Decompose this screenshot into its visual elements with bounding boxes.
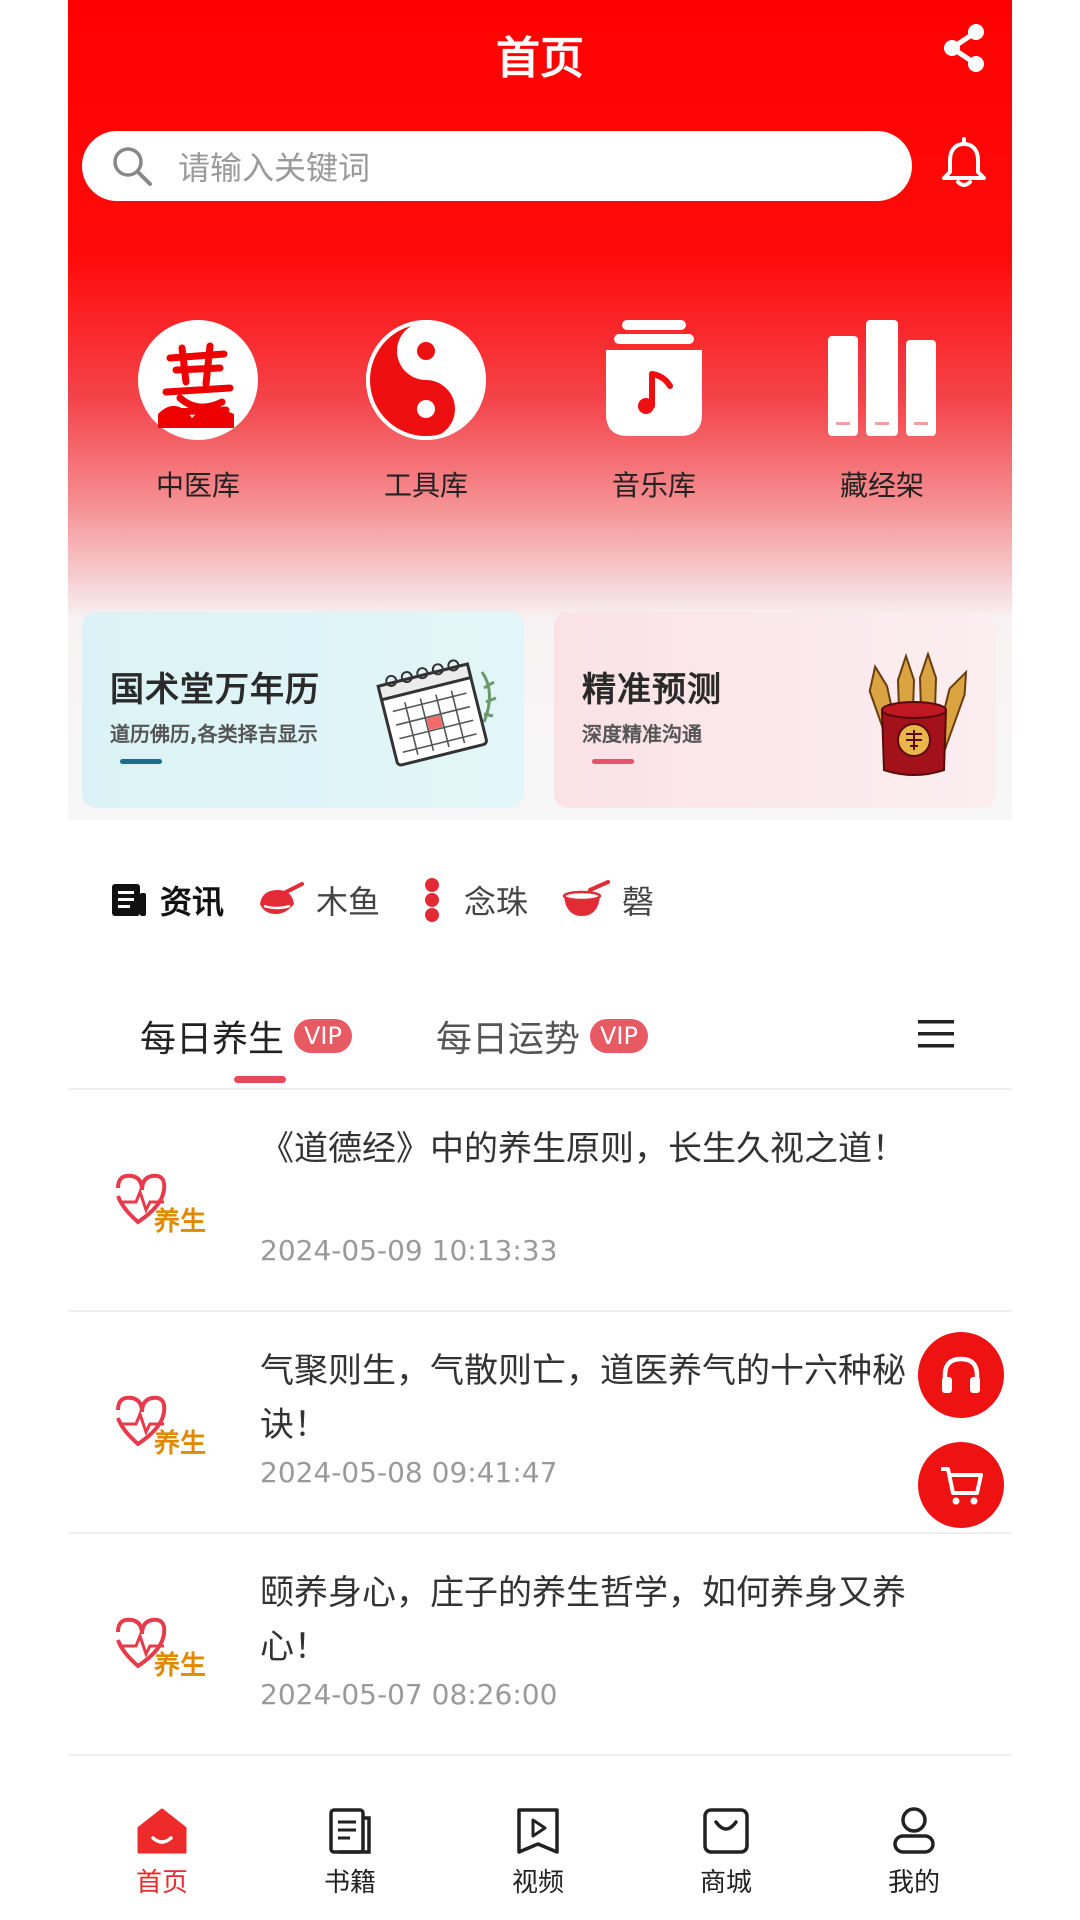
sub-nav-label: 木鱼 [316, 883, 381, 921]
bookshelf-icon [828, 320, 936, 436]
menu-icon[interactable] [916, 1016, 956, 1052]
video-icon [517, 1808, 559, 1854]
yi-calligraphy-icon [138, 320, 258, 440]
prayer-beads-icon [425, 878, 440, 922]
hero-header: 首页 请输入关键词 中医库 工具库 音乐库 藏经架 国术堂万年历 道历佛历,各类… [68, 0, 1012, 820]
shopping-bag-icon [703, 1808, 749, 1854]
nav-home[interactable]: 首页 [102, 1806, 222, 1899]
banner-title: 国术堂万年历 [110, 670, 320, 710]
content-tabs: 每日养生 VIP 每日运势 VIP [68, 1000, 1012, 1090]
nav-label: 首页 [135, 1868, 188, 1898]
nav-label: 我的 [887, 1868, 940, 1898]
calendar-icon [376, 659, 497, 767]
banner-subtitle: 深度精准沟通 [582, 722, 702, 746]
banner-subtitle: 道历佛历,各类择吉显示 [110, 722, 318, 746]
tab-daily-health[interactable]: 每日养生 VIP [140, 1010, 352, 1062]
user-icon [893, 1807, 935, 1854]
app-screen: 首页 请输入关键词 中医库 工具库 音乐库 藏经架 国术堂万年历 道历佛历,各类… [68, 0, 1012, 1920]
search-icon [113, 147, 152, 186]
cart-float-button[interactable] [918, 1442, 1004, 1528]
nav-profile[interactable]: 我的 [854, 1806, 974, 1899]
left-margin [0, 0, 68, 1920]
sub-nav-label: 资讯 [160, 883, 225, 921]
banner-accent-bar [120, 759, 162, 764]
quick-link-music-library[interactable]: 音乐库 [554, 318, 754, 504]
sub-nav-news[interactable]: 资讯 [110, 877, 224, 923]
active-tab-indicator [234, 1076, 286, 1083]
news-date: 2024-05-09 10:13:33 [260, 1234, 558, 1267]
sub-nav-chime-bowl[interactable]: 磬 [560, 877, 654, 923]
search-placeholder: 请输入关键词 [178, 149, 371, 187]
quick-links-grid: 中医库 工具库 音乐库 藏经架 [68, 318, 1012, 508]
tab-daily-fortune[interactable]: 每日运势 VIP [436, 1010, 648, 1062]
banner-accent-bar [592, 759, 634, 764]
page-title: 首页 [496, 33, 584, 84]
fortune-sticks-icon [868, 652, 968, 776]
quick-link-label: 藏经架 [839, 469, 924, 502]
quick-link-label: 音乐库 [611, 469, 696, 502]
news-item[interactable]: 养生 颐养身心，庄子的养生哲学，如何养身又养心！ 2024-05-07 08:2… [68, 1534, 1012, 1756]
audio-float-button[interactable] [918, 1332, 1004, 1418]
sub-nav: 资讯 木鱼 念珠 磬 [110, 870, 686, 930]
health-logo-icon: 养生 [116, 1173, 206, 1237]
book-icon [329, 1808, 371, 1854]
news-list: 养生 《道德经》中的养生原则，长生久视之道！ 2024-05-09 10:13:… [68, 1090, 1012, 1756]
quick-link-tools-library[interactable]: 工具库 [326, 318, 526, 504]
news-icon [112, 884, 146, 916]
news-title: 《道德经》中的养生原则，长生久视之道！ [260, 1129, 906, 1169]
vip-badge: VIP [590, 1019, 648, 1053]
music-jar-icon [606, 320, 702, 436]
nav-label: 商城 [699, 1868, 752, 1898]
home-icon [137, 1808, 187, 1854]
logo-text: 养生 [153, 1206, 206, 1237]
calendar-banner[interactable]: 国术堂万年历 道历佛历,各类择吉显示 [82, 612, 524, 808]
sub-nav-label: 念珠 [464, 883, 529, 921]
share-icon[interactable] [936, 20, 992, 76]
news-title: 气聚则生，气散则亡，道医养气的十六种秘诀！ [260, 1351, 906, 1445]
sub-nav-wooden-fish[interactable]: 木鱼 [256, 877, 380, 923]
news-date: 2024-05-08 09:41:47 [260, 1456, 558, 1489]
right-margin [1012, 0, 1080, 1920]
health-logo-icon: 养生 [116, 1395, 206, 1459]
headphones-icon [942, 1356, 980, 1393]
bottom-nav: 首页 书籍 视频 商城 我的 [68, 1798, 1012, 1920]
vip-badge: VIP [294, 1019, 352, 1053]
yin-yang-icon [366, 320, 486, 440]
news-item[interactable]: 养生 《道德经》中的养生原则，长生久视之道！ 2024-05-09 10:13:… [68, 1090, 1012, 1312]
chime-bowl-icon [562, 880, 611, 916]
health-logo-icon: 养生 [116, 1617, 206, 1681]
nav-label: 书籍 [323, 1868, 376, 1898]
logo-text: 养生 [153, 1428, 206, 1459]
tab-label: 每日运势 [436, 1019, 581, 1060]
bell-icon[interactable] [936, 136, 992, 192]
tab-label: 每日养生 [140, 1019, 285, 1060]
news-date: 2024-05-07 08:26:00 [260, 1678, 558, 1711]
nav-books[interactable]: 书籍 [290, 1806, 410, 1899]
sub-nav-prayer-beads[interactable]: 念珠 [412, 877, 528, 923]
banner-title: 精准预测 [582, 670, 722, 710]
quick-link-tcm-library[interactable]: 中医库 [98, 318, 298, 504]
cart-icon [941, 1467, 983, 1505]
nav-mall[interactable]: 商城 [666, 1806, 786, 1899]
logo-text: 养生 [153, 1650, 206, 1681]
search-input[interactable]: 请输入关键词 [82, 131, 912, 201]
feature-banners: 国术堂万年历 道历佛历,各类择吉显示 精准预测 深度精准沟通 [82, 612, 998, 808]
prediction-banner[interactable]: 精准预测 深度精准沟通 [554, 612, 996, 808]
sub-nav-label: 磬 [622, 883, 655, 921]
quick-link-label: 工具库 [383, 469, 468, 502]
wooden-fish-icon [260, 882, 305, 914]
news-title: 颐养身心，庄子的养生哲学，如何养身又养心！ [260, 1573, 906, 1667]
quick-link-scripture-shelf[interactable]: 藏经架 [782, 318, 982, 504]
news-item[interactable]: 养生 气聚则生，气散则亡，道医养气的十六种秘诀！ 2024-05-08 09:4… [68, 1312, 1012, 1534]
quick-link-label: 中医库 [155, 469, 240, 502]
nav-label: 视频 [511, 1868, 564, 1898]
nav-video[interactable]: 视频 [478, 1806, 598, 1899]
